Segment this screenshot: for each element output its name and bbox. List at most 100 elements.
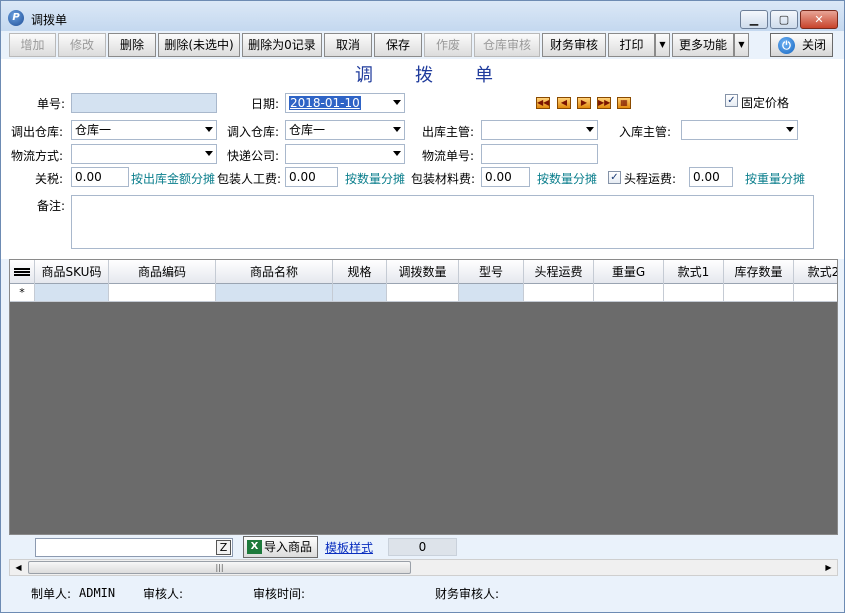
tax-label: 关税: (35, 172, 64, 186)
maximize-button[interactable]: ▢ (770, 10, 798, 29)
import-products-label: 导入商品 (264, 540, 313, 554)
search-go-button[interactable]: Z (216, 540, 231, 555)
horizontal-scrollbar[interactable]: ◀ ||| ▶ (9, 559, 838, 576)
footer: 制单人: ADMIN 审核人: 审核时间: 财务审核人: (1, 577, 844, 612)
maximize-icon: ▢ (778, 13, 790, 26)
grid-cell[interactable] (594, 284, 664, 302)
grid-cell[interactable] (459, 284, 524, 302)
grip-icon: ||| (215, 563, 224, 572)
out-manager-select[interactable] (481, 120, 598, 140)
minimize-button[interactable]: ▁ (740, 10, 768, 29)
product-search-input[interactable] (35, 538, 233, 557)
edit-button[interactable]: 修改 (58, 33, 106, 57)
power-icon: ⏻ (778, 37, 795, 54)
fixed-price-checkbox[interactable]: ✓ (725, 94, 738, 107)
packing-material-field[interactable]: 0.00 (481, 167, 530, 187)
grid-cell[interactable] (387, 284, 459, 302)
document-title-char-2: 拨 (415, 65, 435, 86)
column-header[interactable]: 款式2 (794, 260, 837, 284)
column-header[interactable]: 款式1 (664, 260, 724, 284)
out-manager-label: 出库主管: (422, 125, 475, 139)
next-record-button[interactable]: ▶ (577, 97, 591, 109)
out-warehouse-value: 仓库一 (75, 123, 112, 137)
grid-cell[interactable] (109, 284, 216, 302)
order-no-field[interactable] (71, 93, 217, 113)
row-marker: * (10, 284, 35, 302)
document-title-char-3: 单 (475, 65, 495, 86)
window-close-button[interactable]: ✕ (800, 10, 838, 29)
grid-cell[interactable] (333, 284, 387, 302)
scroll-right-button[interactable]: ▶ (820, 560, 837, 575)
prev-record-button[interactable]: ◀ (557, 97, 571, 109)
packing-labor-allocate-link[interactable]: 按数量分摊 (345, 170, 405, 187)
delete-zero-records-button[interactable]: 删除为0记录 (242, 33, 322, 57)
template-style-link[interactable]: 模板样式 (325, 539, 373, 556)
print-button[interactable]: 打印 (608, 33, 655, 57)
close-button[interactable]: ⏻ 关闭 (770, 33, 833, 57)
out-warehouse-select[interactable]: 仓库一 (71, 120, 217, 140)
column-header[interactable]: 头程运费 (524, 260, 594, 284)
more-functions-button[interactable]: 更多功能 (672, 33, 734, 57)
save-button[interactable]: 保存 (374, 33, 422, 57)
first-leg-allocate-link[interactable]: 按重量分摊 (745, 170, 805, 187)
column-header[interactable]: 重量G (594, 260, 664, 284)
grid-cell[interactable] (216, 284, 333, 302)
first-leg-freight-checkbox[interactable]: ✓ (608, 171, 621, 184)
last-record-button[interactable]: ▶▶ (597, 97, 611, 109)
grid-cell[interactable] (664, 284, 724, 302)
grid-header: 商品SKU码 商品编码 商品名称 规格 调拨数量 型号 头程运费 重量G 款式1… (10, 260, 837, 284)
column-header[interactable]: 库存数量 (724, 260, 794, 284)
tracking-field[interactable] (481, 144, 598, 164)
in-warehouse-select[interactable]: 仓库一 (285, 120, 405, 140)
add-button[interactable]: 增加 (9, 33, 56, 57)
date-value: 2018-01-10 (289, 96, 361, 110)
delete-button[interactable]: 删除 (108, 33, 156, 57)
grid-cell[interactable] (724, 284, 794, 302)
chevron-down-icon (786, 127, 794, 132)
column-header[interactable]: 商品名称 (216, 260, 333, 284)
record-list-button[interactable]: ▦ (617, 97, 631, 109)
column-header[interactable]: 商品编码 (109, 260, 216, 284)
in-manager-label: 入库主管: (619, 125, 672, 139)
delete-unselected-button[interactable]: 删除(未选中) (158, 33, 240, 57)
import-products-button[interactable]: X 导入商品 (243, 536, 318, 558)
column-header[interactable]: 型号 (459, 260, 524, 284)
date-picker[interactable]: 2018-01-10 (285, 93, 405, 113)
last-arrow-icon: ▶▶ (598, 98, 611, 107)
grid-cell[interactable] (35, 284, 109, 302)
audit-time-label: 审核时间: (253, 587, 306, 601)
scroll-left-button[interactable]: ◀ (10, 560, 27, 575)
more-functions-dropdown-button[interactable]: ▼ (734, 33, 749, 57)
tax-field[interactable]: 0.00 (71, 167, 129, 187)
print-dropdown-button[interactable]: ▼ (655, 33, 670, 57)
scroll-thumb[interactable]: ||| (28, 561, 411, 574)
column-chooser-button[interactable] (10, 260, 35, 284)
chevron-down-icon (393, 151, 401, 156)
cancel-button[interactable]: 取消 (324, 33, 372, 57)
grid-cell[interactable] (794, 284, 837, 302)
window-title: 调拨单 (31, 13, 68, 27)
column-header[interactable]: 调拨数量 (387, 260, 459, 284)
first-leg-freight-field[interactable]: 0.00 (689, 167, 733, 187)
app-logo-icon: P (8, 10, 24, 26)
logistics-select[interactable] (71, 144, 217, 164)
first-record-button[interactable]: ◀◀ (536, 97, 550, 109)
new-row[interactable]: * (10, 284, 837, 302)
items-grid: 商品SKU码 商品编码 商品名称 规格 调拨数量 型号 头程运费 重量G 款式1… (9, 259, 838, 535)
column-header[interactable]: 规格 (333, 260, 387, 284)
packing-material-allocate-link[interactable]: 按数量分摊 (537, 170, 597, 187)
packing-labor-field[interactable]: 0.00 (285, 167, 338, 187)
tax-allocate-link[interactable]: 按出库金额分摊 (131, 170, 215, 187)
column-header[interactable]: 商品SKU码 (35, 260, 109, 284)
toolbar: 增加 修改 删除 删除(未选中) 删除为0记录 取消 保存 作废 仓库审核 财务… (9, 31, 839, 59)
courier-select[interactable] (285, 144, 405, 164)
warehouse-audit-button[interactable]: 仓库审核 (474, 33, 540, 57)
grid-cell[interactable] (524, 284, 594, 302)
remark-textarea[interactable] (71, 195, 814, 249)
in-manager-select[interactable] (681, 120, 798, 140)
chevron-down-icon (586, 127, 594, 132)
order-no-label: 单号: (37, 97, 66, 111)
finance-audit-button[interactable]: 财务审核 (542, 33, 606, 57)
chevron-down-icon: ▼ (659, 40, 666, 49)
void-button[interactable]: 作废 (424, 33, 472, 57)
